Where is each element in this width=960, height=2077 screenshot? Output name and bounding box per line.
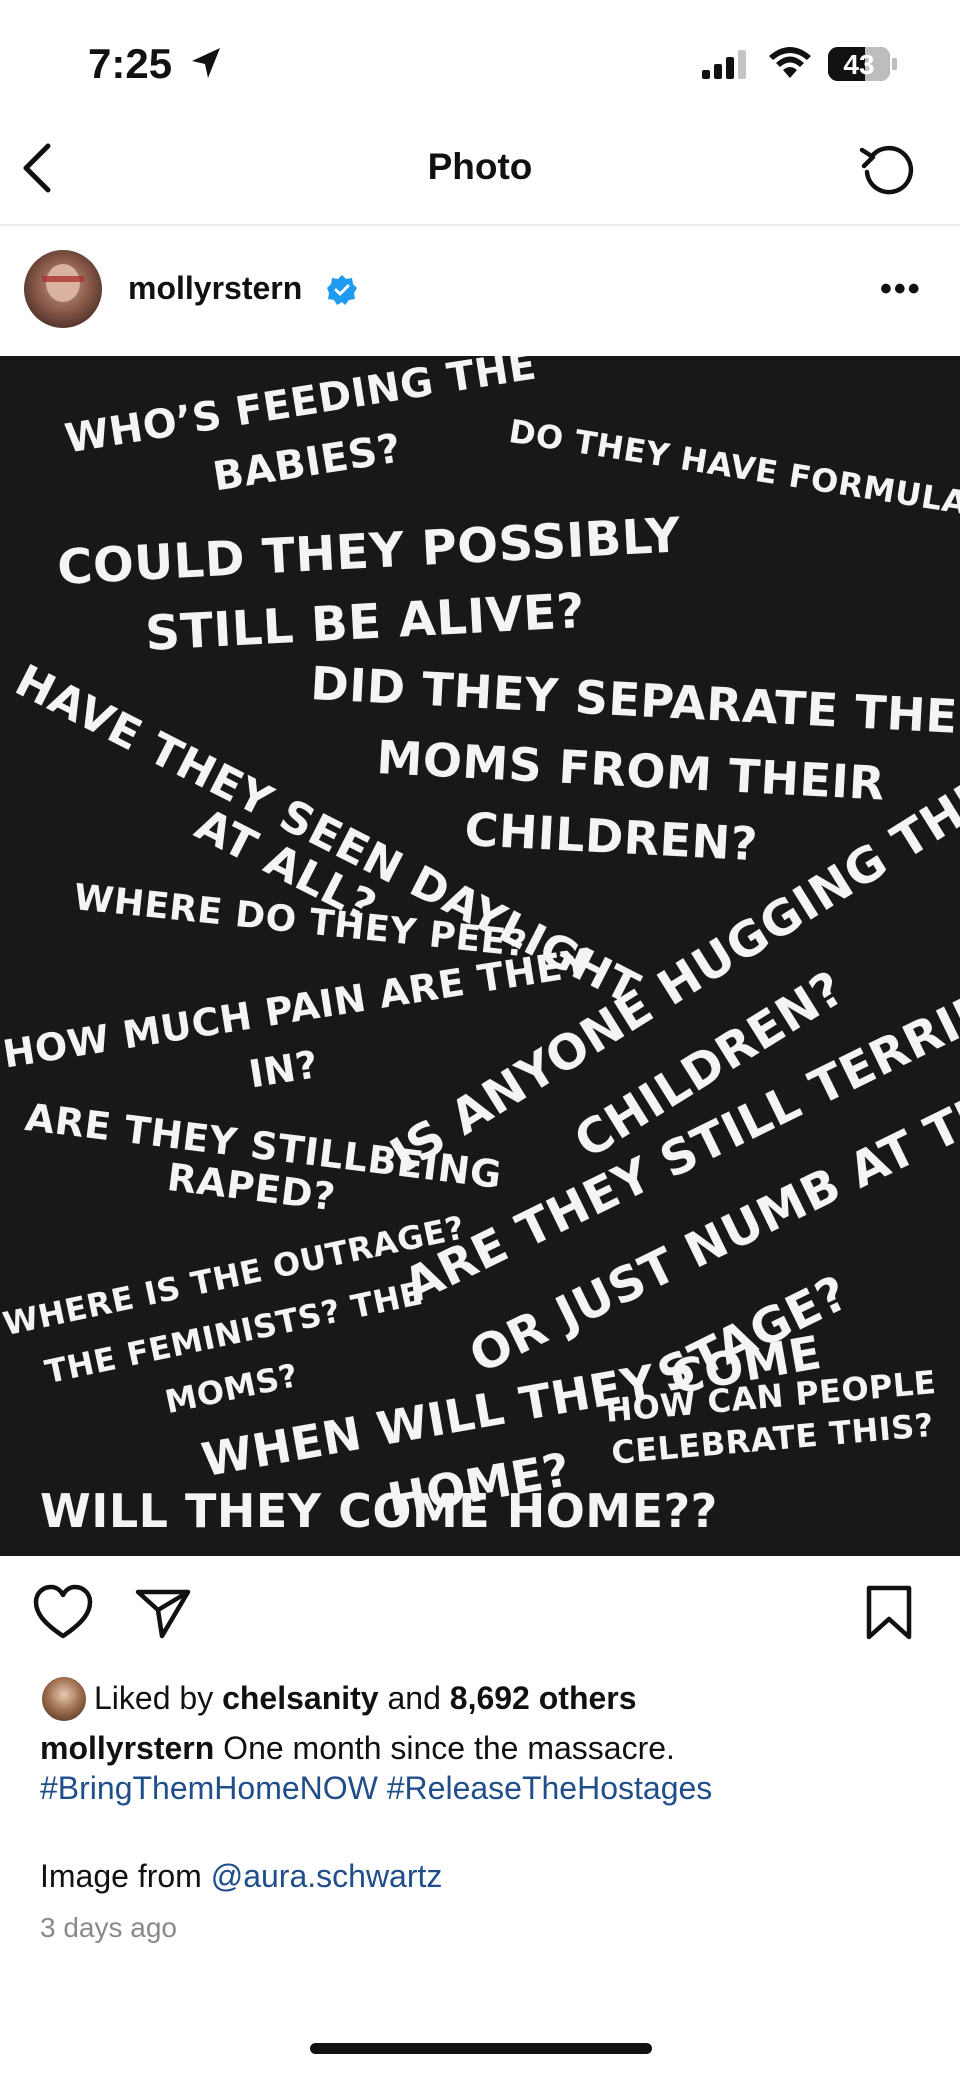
image-text: STILL BE ALIVE? bbox=[143, 582, 587, 662]
likes-middle: and bbox=[378, 1680, 450, 1716]
more-options-icon[interactable]: ••• bbox=[880, 270, 922, 309]
cellular-signal-icon bbox=[702, 50, 746, 79]
author-username[interactable]: mollyrstern bbox=[128, 270, 302, 307]
author-avatar[interactable] bbox=[24, 250, 102, 328]
battery-tip bbox=[892, 58, 897, 70]
post-timestamp: 3 days ago bbox=[40, 1912, 177, 1943]
hashtag-link[interactable]: #BringThemHomeNOW bbox=[40, 1770, 378, 1806]
share-icon[interactable] bbox=[134, 1586, 192, 1640]
credit-handle-link[interactable]: @aura.schwartz bbox=[211, 1858, 443, 1894]
credit-prefix: Image from bbox=[40, 1858, 211, 1894]
likes-summary[interactable]: Liked by chelsanity and 8,692 others bbox=[94, 1680, 637, 1717]
liked-by-user[interactable]: chelsanity bbox=[222, 1680, 379, 1716]
image-text: CHILDREN? bbox=[463, 802, 760, 872]
image-credit: Image from @aura.schwartz bbox=[40, 1858, 442, 1895]
image-text: BABIES? bbox=[209, 425, 405, 501]
likes-count[interactable]: 8,692 others bbox=[450, 1680, 637, 1716]
caption: mollyrstern One month since the massacre… bbox=[40, 1730, 675, 1767]
likes-prefix: Liked by bbox=[94, 1680, 223, 1716]
page-title: Photo bbox=[427, 146, 533, 187]
verified-badge-icon bbox=[327, 275, 357, 305]
post-image[interactable]: WHO’S FEEDING THE BABIES? DO THEY HAVE F… bbox=[0, 356, 960, 1556]
image-text: DO THEY HAVE FORMULA bbox=[506, 412, 960, 523]
image-text: IN? bbox=[245, 1042, 322, 1097]
bookmark-icon[interactable] bbox=[864, 1584, 914, 1642]
caption-hashtags: #BringThemHomeNOW #ReleaseTheHostages bbox=[40, 1770, 712, 1807]
image-text: WILL THEY COME HOME?? bbox=[40, 1484, 718, 1538]
status-time: 7:25 bbox=[88, 40, 173, 87]
image-text: COULD THEY POSSIBLY bbox=[55, 507, 683, 596]
post-actions bbox=[0, 1580, 960, 1644]
battery-icon: 43 bbox=[828, 47, 890, 81]
home-indicator[interactable] bbox=[310, 2043, 652, 2054]
caption-username[interactable]: mollyrstern bbox=[40, 1730, 214, 1766]
liked-by-avatar[interactable] bbox=[40, 1675, 88, 1723]
nav-divider bbox=[0, 224, 960, 226]
wifi-icon bbox=[769, 47, 811, 78]
heart-icon[interactable] bbox=[32, 1584, 94, 1640]
location-arrow-icon bbox=[192, 48, 220, 78]
battery-level: 43 bbox=[843, 49, 875, 80]
image-text: MOMS FROM THEIR bbox=[375, 730, 887, 811]
hashtag-link[interactable]: #ReleaseTheHostages bbox=[387, 1770, 713, 1806]
refresh-icon[interactable] bbox=[858, 140, 920, 202]
caption-text: One month since the massacre. bbox=[214, 1730, 675, 1766]
image-text: MOMS? bbox=[161, 1355, 302, 1422]
